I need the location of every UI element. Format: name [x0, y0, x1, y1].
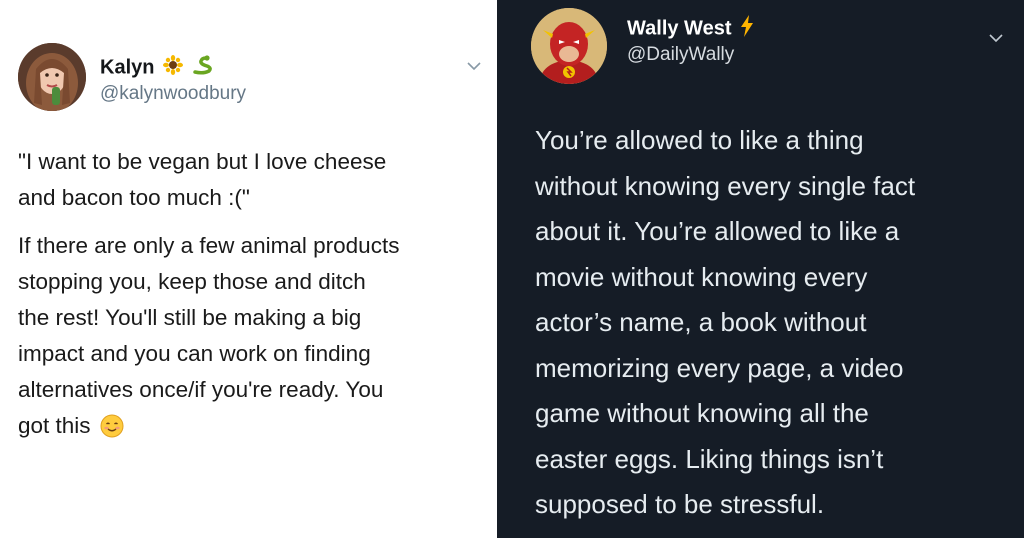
author-handle[interactable]: @kalynwoodbury — [100, 83, 246, 105]
author-name-text: Wally West — [627, 17, 732, 40]
tweet-line-last: got this — [18, 408, 399, 445]
tweet-line: without knowing every single fact — [535, 170, 916, 201]
tweet-paragraph: If there are only a few animal products … — [18, 228, 399, 445]
sunflower-icon — [163, 55, 184, 81]
tweet-paragraph: "I want to be vegan but I love cheese an… — [18, 144, 399, 216]
tweet-line: alternatives once/if you're ready. You — [18, 377, 384, 402]
tweet-line: actor’s name, a book without — [535, 307, 867, 337]
tweet-card-light: Kalyn @kalynwoodbury "I want to be vegan… — [0, 0, 497, 538]
avatar[interactable] — [531, 8, 607, 84]
chevron-down-icon[interactable] — [466, 58, 482, 76]
tweet-line: game without knowing all the — [535, 398, 869, 428]
author-handle[interactable]: @DailyWally — [627, 44, 734, 66]
smiling-face-icon — [100, 409, 124, 445]
tweet-card-dark: Wally West @DailyWally You’re allowed to… — [497, 0, 1024, 538]
tweet-line: impact and you can work on finding — [18, 341, 371, 366]
tweet-body: You’re allowed to like a thing without k… — [535, 118, 915, 528]
author-name[interactable]: Kalyn — [100, 55, 214, 81]
tweet-body: "I want to be vegan but I love cheese an… — [18, 144, 399, 445]
snake-icon — [192, 55, 214, 81]
chevron-down-icon[interactable] — [988, 30, 1004, 48]
tweet-line: the rest! You'll still be making a big — [18, 305, 362, 330]
tweet-line: about it. You’re allowed to like a — [535, 216, 900, 246]
tweet-line: You’re allowed to like a thing — [535, 125, 864, 155]
tweet-paragraph: You’re allowed to like a thing without k… — [535, 118, 915, 528]
tweet-line: "I want to be vegan but I love cheese — [18, 149, 387, 174]
avatar-photo — [18, 43, 86, 111]
tweet-line: stopping you, keep those and ditch — [18, 269, 366, 294]
avatar-photo — [531, 8, 607, 84]
author-name[interactable]: Wally West — [627, 15, 754, 43]
tweet-line: easter eggs. Liking things isn’t — [535, 443, 884, 474]
tweet-line: memorizing every page, a video — [535, 352, 904, 383]
avatar[interactable] — [18, 43, 86, 111]
tweet-line: and bacon too much :(" — [18, 185, 250, 210]
tweet-line: If there are only a few animal products — [18, 233, 400, 258]
tweet-line: supposed to be stressful. — [535, 489, 825, 519]
tweet-line-text: got this — [18, 413, 91, 438]
author-name-text: Kalyn — [100, 56, 155, 79]
lightning-icon — [740, 15, 754, 43]
tweet-line: movie without knowing every — [535, 261, 868, 292]
